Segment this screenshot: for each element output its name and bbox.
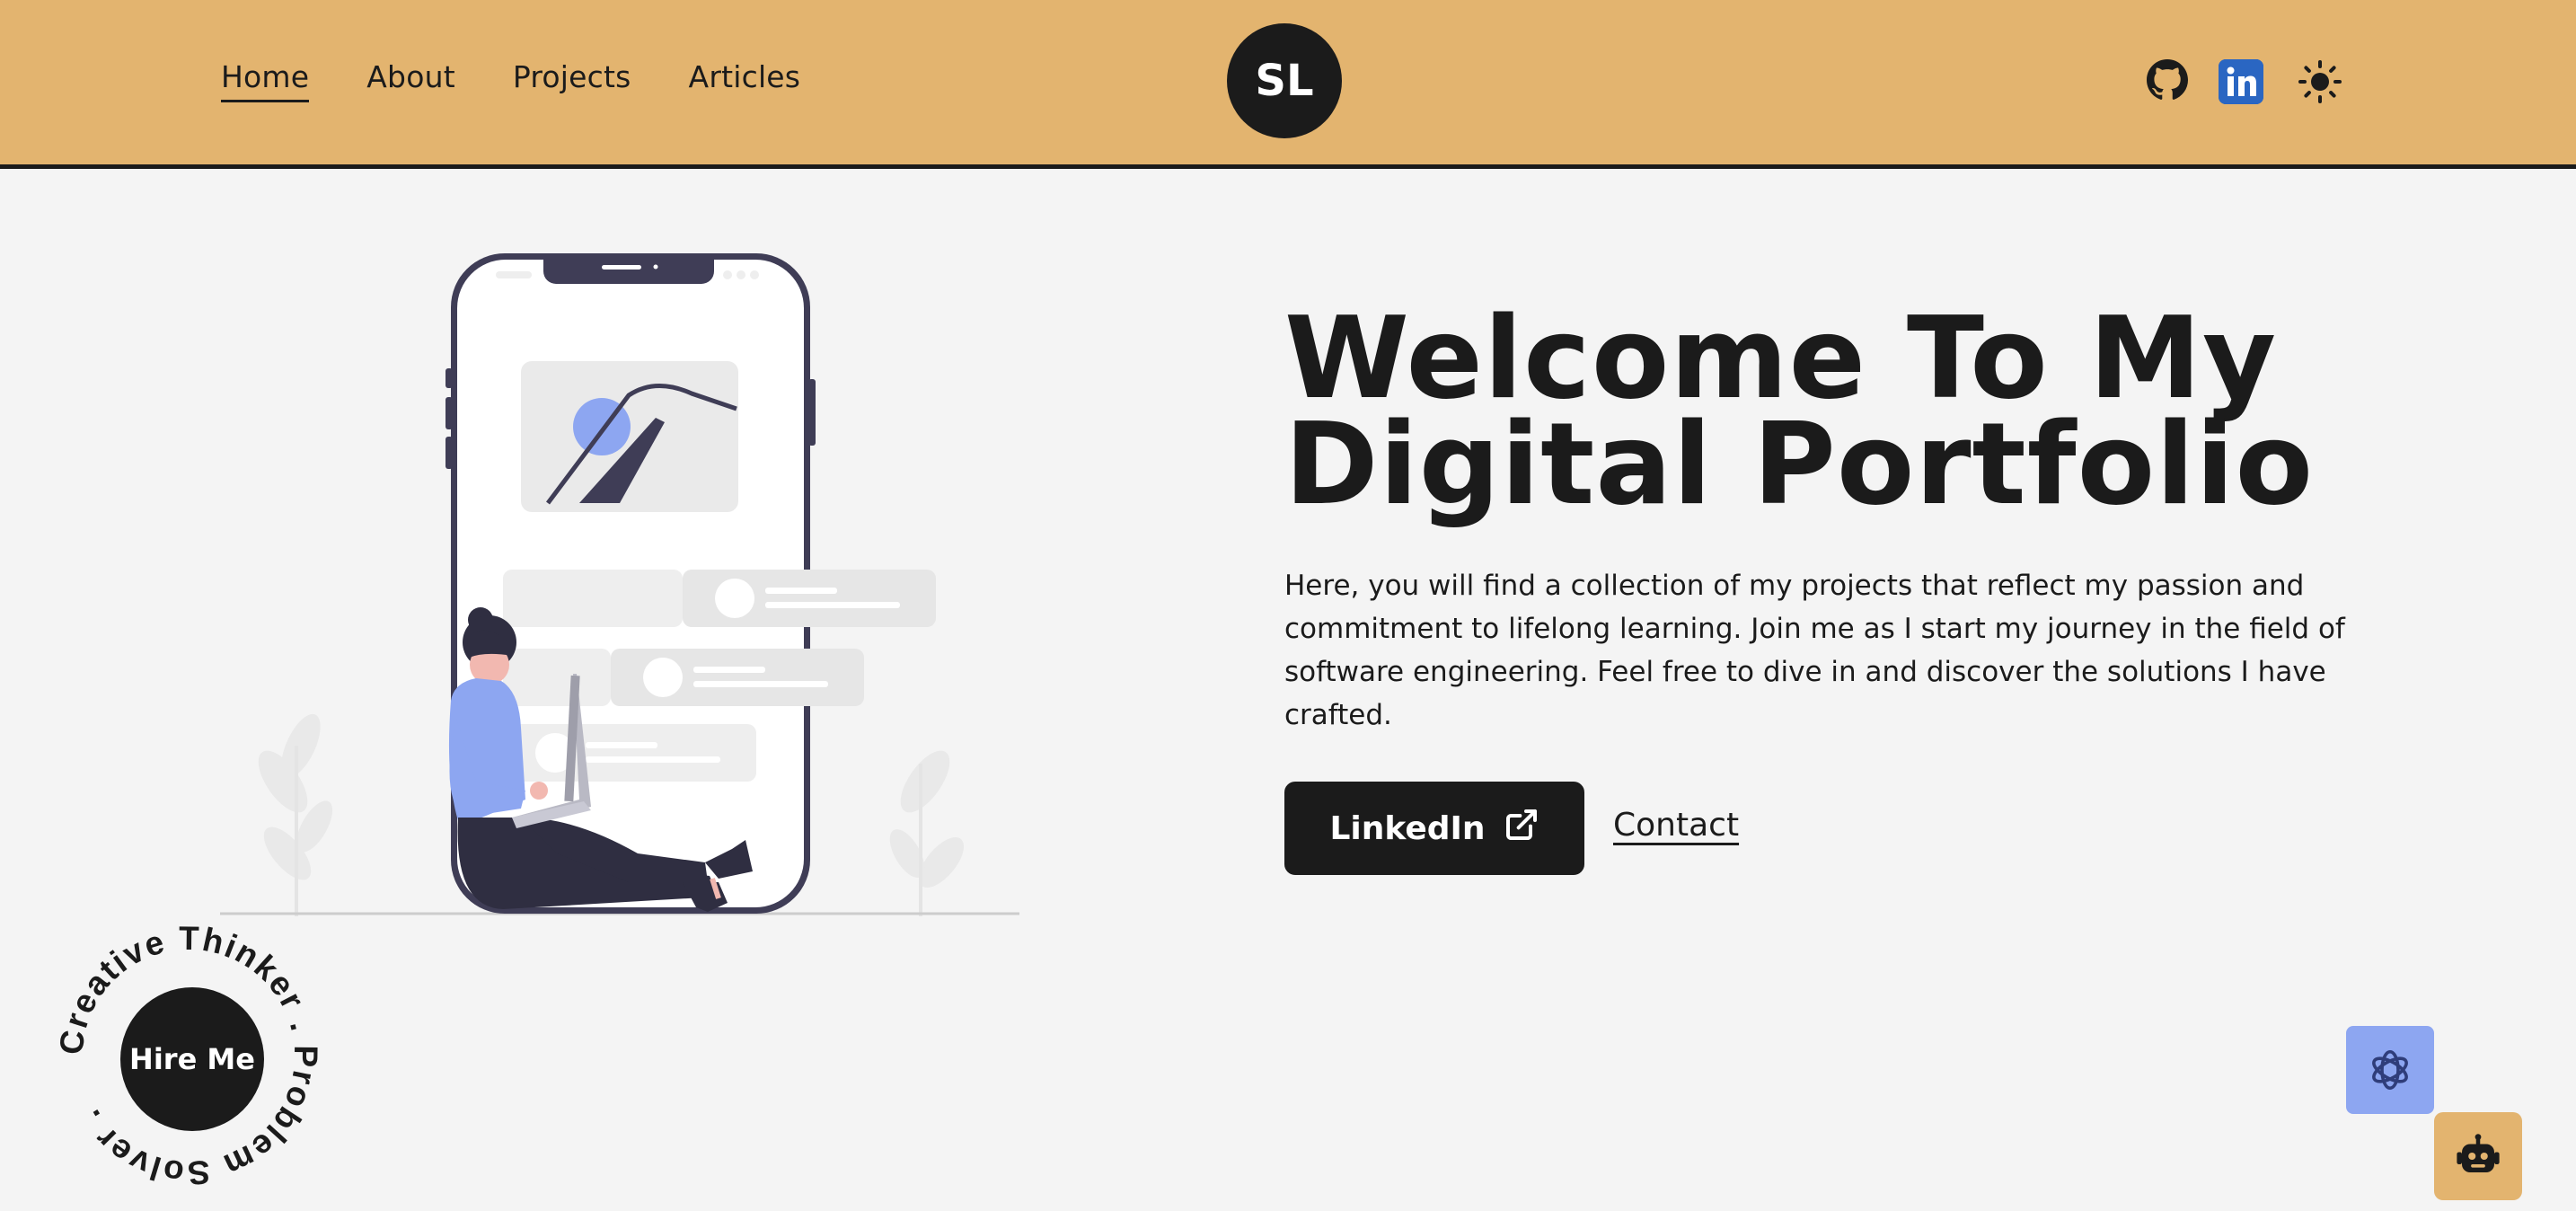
linkedin-icon[interactable] — [2219, 59, 2263, 104]
external-link-icon — [1504, 807, 1539, 851]
phone-graphic — [446, 253, 936, 914]
nav-articles-link[interactable]: Articles — [689, 59, 801, 102]
site-logo[interactable]: SL — [1227, 23, 1342, 138]
nav-home-link[interactable]: Home — [221, 59, 310, 102]
hero-title-line-2: Digital Portfolio — [1284, 398, 2315, 530]
linkedin-button[interactable]: LinkedIn — [1284, 782, 1584, 875]
linkedin-button-label: LinkedIn — [1329, 809, 1486, 847]
openai-icon — [2372, 1049, 2408, 1091]
openai-chat-button[interactable] — [2346, 1026, 2434, 1114]
contact-link[interactable]: Contact — [1613, 807, 1739, 844]
hire-me-button[interactable]: Hire Me — [120, 987, 264, 1131]
robot-icon — [2457, 1134, 2500, 1172]
hire-me-badge: Creative Thinker . Problem Solver . Hire… — [52, 920, 323, 1192]
github-icon[interactable] — [2147, 59, 2188, 101]
main-nav: Home About Projects Articles — [221, 59, 800, 102]
plant-right-decoration — [889, 750, 965, 916]
hero-title: Welcome To My Digital Portfolio — [1284, 302, 2452, 521]
nav-projects-link[interactable]: Projects — [513, 59, 631, 102]
chatbot-button[interactable] — [2434, 1112, 2522, 1200]
sun-icon[interactable] — [2298, 59, 2342, 104]
hero-description: Here, you will find a collection of my p… — [1284, 570, 2345, 731]
plant-left-decoration — [258, 713, 333, 916]
nav-about-link[interactable]: About — [366, 59, 455, 102]
hero-illustration — [216, 243, 1024, 925]
site-header: Home About Projects Articles SL — [0, 0, 2576, 169]
